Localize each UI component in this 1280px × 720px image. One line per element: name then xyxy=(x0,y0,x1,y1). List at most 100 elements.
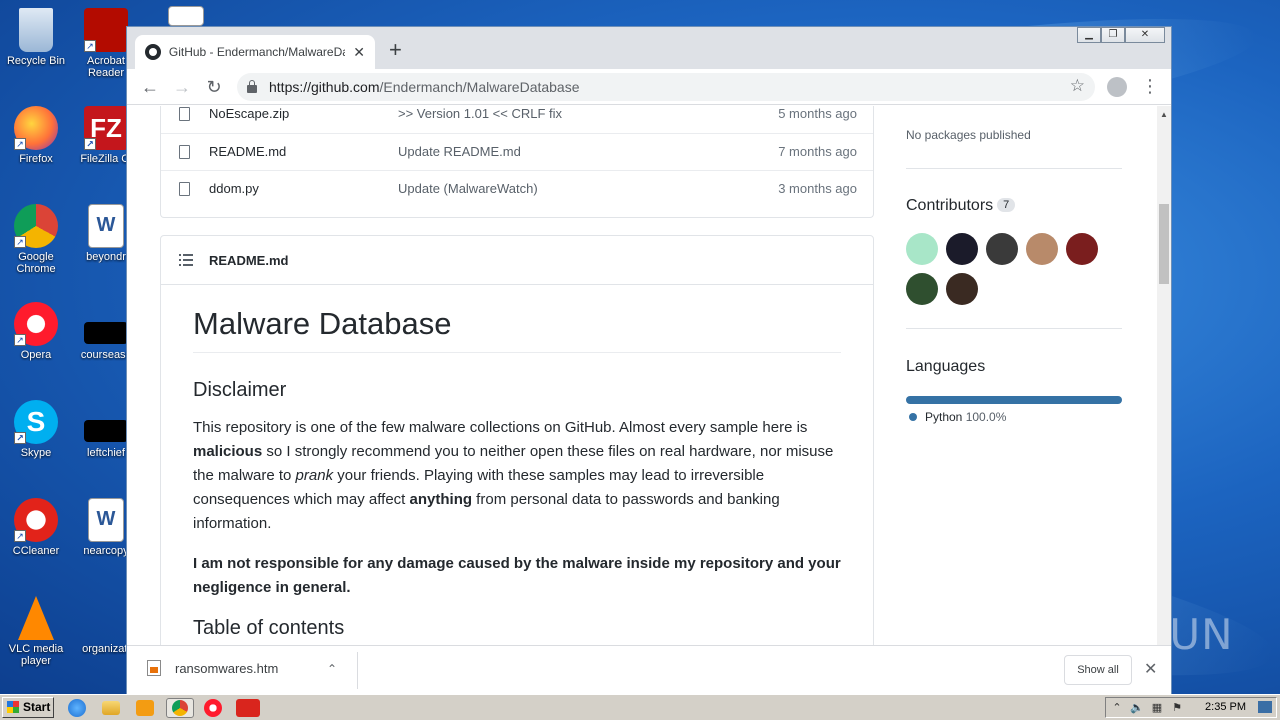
file-row[interactable]: ddom.py Update (MalwareWatch) 3 months a… xyxy=(161,170,873,207)
contributor-avatar[interactable] xyxy=(906,273,938,305)
responsibility-paragraph: I am not responsible for any damage caus… xyxy=(193,552,841,600)
start-button[interactable]: Start xyxy=(2,697,54,718)
file-name[interactable]: NoEscape.zip xyxy=(209,106,289,121)
desktop-icon-opera[interactable]: ↗ Opera xyxy=(0,302,72,361)
taskbar: Start ⌃ 🔈 ▦ ⚑ 2:35 PM xyxy=(0,694,1280,720)
desktop-icon-label: Skype xyxy=(20,447,52,459)
contributor-avatar[interactable] xyxy=(986,233,1018,265)
url-text: https://github.com/Endermanch/MalwareDat… xyxy=(269,79,580,95)
italic-text: prank xyxy=(295,467,334,484)
download-bar: ransomwares.htm ⌃ Show all ✕ xyxy=(127,645,1171,694)
opera-taskbar-icon[interactable] xyxy=(204,699,222,717)
close-window-button[interactable]: ✕ xyxy=(1125,27,1165,43)
tab-close-icon[interactable]: ✕ xyxy=(353,44,365,61)
internet-explorer-icon[interactable] xyxy=(68,699,86,717)
desktop-icon-firefox[interactable]: ↗ Firefox xyxy=(0,106,72,165)
download-filename: ransomwares.htm xyxy=(175,660,279,676)
browser-window: GitHub - Endermanch/MalwareDatab ✕ + ▁ ❐… xyxy=(126,26,1172,694)
language-color-dot xyxy=(909,413,917,421)
toc-heading: Table of contents xyxy=(193,617,345,639)
disclaimer-paragraph: This repository is one of the few malwar… xyxy=(193,416,841,536)
commit-age: 3 months ago xyxy=(778,181,857,196)
tray-expand-icon[interactable]: ⌃ xyxy=(1110,701,1124,715)
contributor-avatar[interactable] xyxy=(1066,233,1098,265)
kebab-menu-icon[interactable]: ⋮ xyxy=(1141,76,1159,97)
commit-message[interactable]: Update README.md xyxy=(398,144,521,159)
readme-markdown: Malware Database Disclaimer This reposit… xyxy=(193,306,841,645)
download-item[interactable]: ransomwares.htm xyxy=(147,660,278,676)
media-player-icon[interactable] xyxy=(136,700,154,716)
file-icon xyxy=(179,107,190,121)
chrome-taskbar-icon[interactable] xyxy=(166,698,194,718)
commit-message[interactable]: Update (MalwareWatch) xyxy=(398,181,538,196)
action-center-flag-icon[interactable]: ⚑ xyxy=(1170,701,1184,715)
commit-age: 5 months ago xyxy=(778,106,857,121)
contributors-heading[interactable]: Contributors 7 xyxy=(906,197,1016,215)
desktop-icon-chrome[interactable]: ↗ Google Chrome xyxy=(0,204,72,275)
commit-message[interactable]: >> Version 1.01 << CRLF fix xyxy=(398,106,562,121)
volume-icon[interactable]: 🔈 xyxy=(1130,701,1144,715)
bold-text: malicious xyxy=(193,443,263,460)
contributors-count: 7 xyxy=(997,198,1016,212)
windows-logo-icon xyxy=(7,701,19,713)
address-bar[interactable]: https://github.com/Endermanch/MalwareDat… xyxy=(237,73,1095,101)
language-name: Python xyxy=(925,410,963,424)
contributor-avatar[interactable] xyxy=(946,233,978,265)
language-item[interactable]: Python 100.0% xyxy=(906,410,1006,424)
commit-age: 7 months ago xyxy=(778,144,857,159)
star-icon[interactable]: ☆ xyxy=(1070,76,1085,96)
vlc-icon xyxy=(18,596,54,640)
back-arrow-icon[interactable]: ← xyxy=(139,76,161,98)
close-download-bar-icon[interactable]: ✕ xyxy=(1144,659,1157,679)
language-percent: 100.0% xyxy=(965,410,1007,424)
scroll-up-arrow-icon[interactable]: ▲ xyxy=(1160,110,1168,119)
file-row[interactable]: README.md Update README.md 7 months ago xyxy=(161,133,873,170)
page-scrollbar[interactable]: ▲ xyxy=(1157,106,1171,645)
divider xyxy=(357,652,358,689)
show-all-button[interactable]: Show all xyxy=(1064,655,1132,685)
file-name[interactable]: README.md xyxy=(209,144,286,159)
tab-title: GitHub - Endermanch/MalwareDatab xyxy=(168,45,345,59)
browser-tab[interactable]: GitHub - Endermanch/MalwareDatab ✕ xyxy=(135,35,375,69)
network-icon[interactable]: ▦ xyxy=(1150,701,1164,715)
scroll-thumb[interactable] xyxy=(1159,204,1169,284)
list-icon[interactable] xyxy=(179,254,193,266)
filezilla-icon: FZ ↗ xyxy=(84,106,128,150)
file-list: NoEscape.zip >> Version 1.01 << CRLF fix… xyxy=(160,106,874,218)
reload-icon[interactable]: ↻ xyxy=(203,76,225,98)
contributor-avatar[interactable] xyxy=(946,273,978,305)
title-bar: GitHub - Endermanch/MalwareDatab ✕ + ▁ ❐… xyxy=(127,27,1171,69)
ccleaner-icon: ↗ xyxy=(14,498,58,542)
desktop-icon-label: Recycle Bin xyxy=(6,55,66,67)
firefox-icon: ↗ xyxy=(14,106,58,150)
profile-avatar-icon[interactable] xyxy=(1107,77,1127,97)
desktop-icon-recycle-bin[interactable]: Recycle Bin xyxy=(0,8,72,67)
skype-icon: S ↗ xyxy=(14,400,58,444)
maximize-button[interactable]: ❐ xyxy=(1101,27,1125,43)
show-desktop-icon[interactable] xyxy=(1258,701,1272,713)
word-document-icon xyxy=(168,6,204,26)
desktop-icon-skype[interactable]: S ↗ Skype xyxy=(0,400,72,459)
chrome-icon xyxy=(172,700,188,716)
new-tab-button[interactable]: + xyxy=(389,39,402,61)
black-file-icon xyxy=(84,322,128,344)
desktop-icon-vlc[interactable]: VLC media player xyxy=(0,596,72,667)
opera-icon: ↗ xyxy=(14,302,58,346)
avira-icon[interactable] xyxy=(236,699,260,717)
contributor-avatar[interactable] xyxy=(906,233,938,265)
clock[interactable]: 2:35 PM xyxy=(1205,701,1246,713)
readme-box: README.md Malware Database Disclaimer Th… xyxy=(160,235,874,645)
bold-text: anything xyxy=(409,491,473,508)
file-name[interactable]: ddom.py xyxy=(209,181,259,196)
desktop-icon-ccleaner[interactable]: ↗ CCleaner xyxy=(0,498,72,557)
browser-toolbar: ← → ↻ https://github.com/Endermanch/Malw… xyxy=(127,69,1171,105)
readme-header: README.md xyxy=(161,236,873,285)
desktop-icon-label: Google Chrome xyxy=(16,251,56,275)
file-row[interactable]: NoEscape.zip >> Version 1.01 << CRLF fix… xyxy=(161,106,873,133)
contributor-avatar[interactable] xyxy=(1026,233,1058,265)
word-document-icon: W xyxy=(88,498,124,542)
chevron-up-icon[interactable]: ⌃ xyxy=(327,662,337,676)
forward-arrow-icon[interactable]: → xyxy=(171,76,193,98)
folder-icon[interactable] xyxy=(102,701,120,715)
minimize-button[interactable]: ▁ xyxy=(1077,27,1101,43)
